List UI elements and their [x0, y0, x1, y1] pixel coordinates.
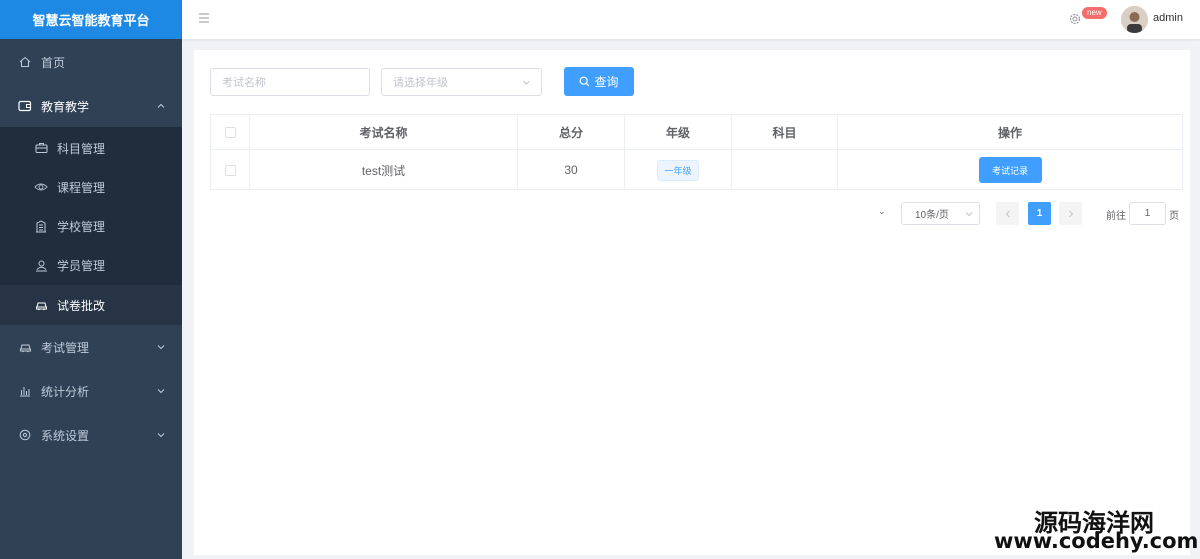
watermark-url: www.codehy.com: [994, 529, 1199, 553]
main-card: 考试名称 请选择年级 查询 考试名称 总分 年级 科目 操作 test测试 30…: [194, 50, 1190, 555]
search-button[interactable]: 查询: [564, 67, 634, 96]
select-all-checkbox[interactable]: [224, 126, 236, 138]
goto-page-input[interactable]: 1: [1129, 202, 1166, 225]
sidebar-item-label: 试卷批改: [57, 298, 106, 313]
sidebar-item-exam-management[interactable]: 考试管理: [0, 325, 182, 369]
car-icon: [18, 340, 32, 354]
chevron-down-icon: [157, 433, 165, 438]
brand-title: 智慧云智能教育平台: [0, 0, 182, 39]
pagination-total: ⌄: [878, 206, 886, 216]
sidebar-item-course-management[interactable]: 课程管理: [0, 167, 182, 207]
chevron-up-icon: [157, 103, 165, 108]
page-number-button[interactable]: 1: [1028, 202, 1051, 225]
sidebar-item-label: 统计分析: [41, 384, 90, 399]
chevron-down-icon: [965, 212, 973, 217]
new-badge: new: [1082, 7, 1107, 19]
sidebar-item-label: 考试管理: [41, 340, 90, 355]
page-size-select[interactable]: 10条/页: [901, 202, 980, 225]
cell-score: 30: [518, 150, 625, 190]
chevron-left-icon: [1005, 210, 1010, 217]
cell-actions: 考试记录: [838, 150, 1182, 190]
chevron-down-icon: [157, 345, 165, 350]
cell-exam-name: test测试: [250, 150, 518, 190]
sidebar-item-subject-management[interactable]: 科目管理: [0, 128, 182, 168]
select-all-cell: [211, 115, 250, 149]
sidebar-item-education[interactable]: 教育教学: [0, 84, 182, 128]
avatar[interactable]: [1121, 6, 1148, 33]
user-card-icon: [34, 258, 48, 272]
cell-grade: 一年级: [625, 150, 732, 190]
goto-suffix: 页: [1169, 211, 1179, 222]
chevron-right-icon: [1068, 210, 1073, 217]
column-header-subject: 科目: [732, 115, 838, 149]
sidebar-item-school-management[interactable]: 学校管理: [0, 206, 182, 246]
sidebar-item-paper-grading[interactable]: 试卷批改: [0, 285, 182, 325]
column-header-score: 总分: [518, 115, 625, 149]
sidebar-item-home[interactable]: 首页: [0, 40, 182, 84]
column-header-actions: 操作: [997, 125, 1022, 140]
cell-subject: [732, 150, 838, 190]
column-header-exam-name: 考试名称: [250, 115, 518, 149]
goto-prefix: 前往: [1106, 211, 1126, 222]
exam-table: 考试名称 总分 年级 科目 操作 test测试 30 一年级 考试记录: [210, 114, 1183, 190]
briefcase-icon: [34, 141, 48, 155]
search-button-label: 查询: [594, 75, 619, 89]
username[interactable]: admin: [1153, 12, 1183, 24]
prev-page-button[interactable]: [996, 202, 1019, 225]
home-icon: [18, 55, 32, 69]
top-header: new admin: [182, 0, 1200, 39]
sidebar-item-label: 课程管理: [57, 180, 106, 195]
sidebar-item-label: 教育教学: [41, 99, 90, 114]
column-header-grade: 年级: [625, 115, 732, 149]
grade-tag: 一年级: [657, 159, 699, 181]
hamburger-icon[interactable]: [198, 12, 210, 24]
building-icon: [34, 219, 48, 233]
chevron-down-icon: [157, 389, 165, 394]
sidebar-item-label: 首页: [41, 55, 66, 70]
sidebar: 智慧云智能教育平台 首页 教育教学 科目管理 课程管理 学校管理 学员管理 试卷…: [0, 0, 182, 559]
chevron-down-icon: [523, 80, 530, 85]
gear-icon[interactable]: [1068, 12, 1082, 26]
sidebar-item-settings[interactable]: 系统设置: [0, 413, 182, 457]
sidebar-item-label: 学员管理: [57, 258, 106, 273]
exam-name-input[interactable]: 考试名称: [210, 68, 370, 96]
page-size-value: 10条/页: [915, 210, 949, 221]
sidebar-item-statistics[interactable]: 统计分析: [0, 369, 182, 413]
wallet-icon: [18, 99, 32, 113]
sidebar-item-label: 学校管理: [57, 219, 106, 234]
sidebar-item-student-management[interactable]: 学员管理: [0, 245, 182, 285]
setting-icon: [18, 428, 32, 442]
eye-icon: [34, 180, 48, 194]
grade-placeholder: 请选择年级: [393, 77, 448, 89]
next-page-button[interactable]: [1059, 202, 1082, 225]
search-icon: [580, 76, 590, 87]
sidebar-item-label: 系统设置: [41, 428, 90, 443]
row-checkbox[interactable]: [224, 164, 236, 176]
bar-chart-icon: [18, 384, 32, 398]
row-select-cell: [211, 150, 250, 190]
exam-record-button[interactable]: 考试记录: [978, 157, 1042, 183]
exam-name-placeholder: 考试名称: [222, 77, 266, 89]
grade-select[interactable]: 请选择年级: [381, 68, 542, 96]
car-icon: [34, 298, 48, 312]
sidebar-item-label: 科目管理: [57, 141, 106, 156]
